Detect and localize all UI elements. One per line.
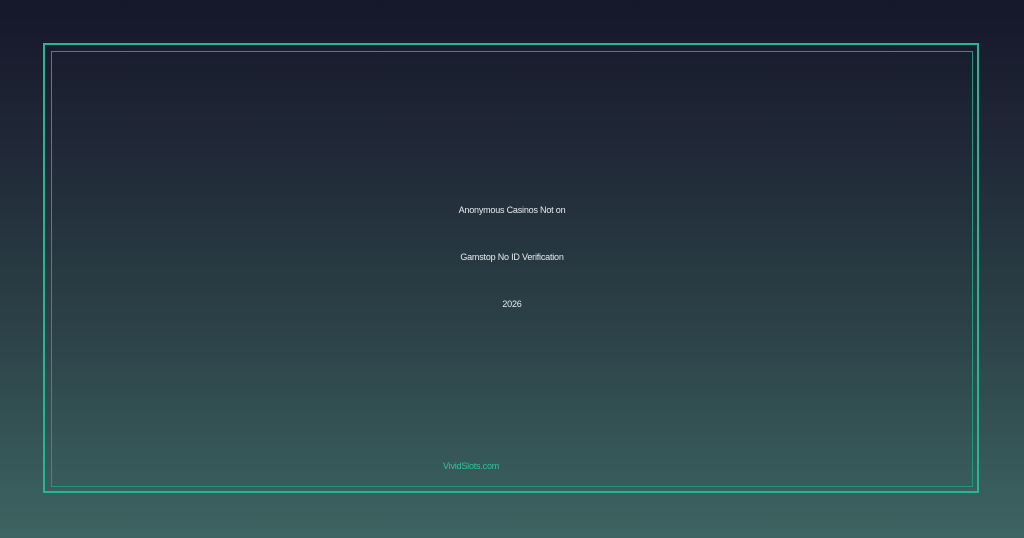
brand-link[interactable]: VividSlots.com — [443, 461, 499, 471]
inner-frame-border — [51, 51, 973, 487]
headline-year: 2026 — [502, 299, 522, 309]
headline-line-2: Gamstop No ID Verification — [460, 252, 564, 262]
headline-line-1: Anonymous Casinos Not on — [458, 205, 566, 215]
